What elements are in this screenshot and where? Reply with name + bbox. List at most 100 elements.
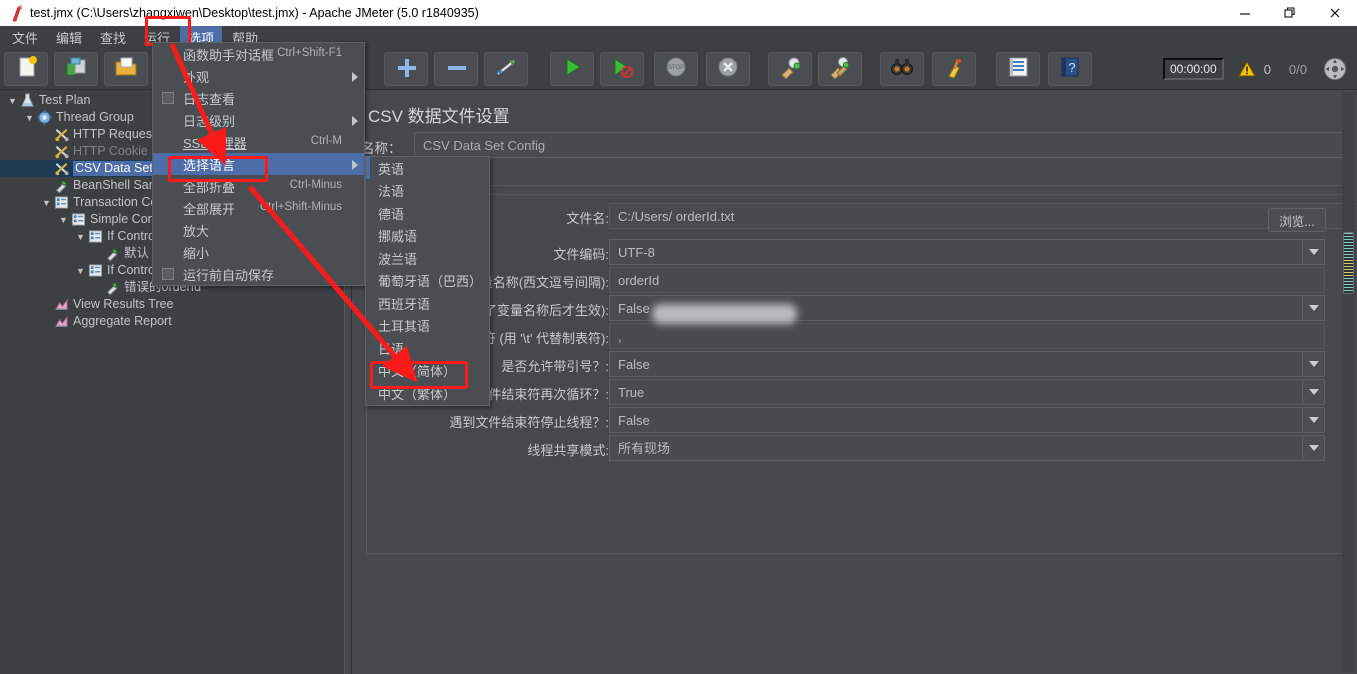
language-menu-item-3[interactable]: 挪威语 <box>366 225 489 248</box>
checkbox-icon[interactable] <box>162 268 174 280</box>
chevron-down-icon-5[interactable] <box>1302 352 1324 376</box>
chevron-down-icon-7[interactable] <box>1302 408 1324 432</box>
comment-input[interactable] <box>414 162 1349 186</box>
templates-icon <box>64 55 88 84</box>
controller-icon <box>87 229 104 245</box>
language-menu-item-5[interactable]: 葡萄牙语（巴西） <box>366 270 489 293</box>
new-document-icon <box>14 55 38 84</box>
help-button[interactable]: ? <box>1048 52 1092 86</box>
options-menu-popup[interactable]: 函数助手对话框 Ctrl+Shift-F1 外观 日志查看 日志级别 SSL管理器 Ctrl… <box>152 42 365 286</box>
options-menu-item-5[interactable]: 选择语言 <box>153 153 364 175</box>
options-menu-item-7[interactable]: 全部展开 Ctrl+Shift-Minus <box>153 197 364 219</box>
chevron-down-icon-6[interactable] <box>1302 380 1324 404</box>
field-row-7: 遇到文件结束符停止线程？: False <box>367 407 1350 435</box>
function-helper-button[interactable] <box>996 52 1040 86</box>
shutdown-button[interactable] <box>706 52 750 86</box>
checkbox-icon[interactable] <box>162 92 174 104</box>
expand-icon[interactable] <box>1323 57 1347 81</box>
tree-node-label: Thread Group <box>56 110 134 124</box>
stop-button[interactable]: STOP <box>654 52 698 86</box>
menubar-item-2[interactable]: 查找 <box>92 26 134 49</box>
tree-node-label: Test Plan <box>39 93 91 107</box>
clear-all-button[interactable] <box>818 52 862 86</box>
minimize-button[interactable] <box>1222 0 1267 26</box>
warning-triangle-icon[interactable] <box>1237 61 1256 77</box>
field-value-5[interactable]: False <box>609 351 1325 377</box>
field-value-8[interactable]: 所有现场 <box>609 435 1325 461</box>
options-menu-item-0[interactable]: 函数助手对话框 Ctrl+Shift-F1 <box>153 43 364 65</box>
language-menu-item-8[interactable]: 日语 <box>366 337 489 360</box>
options-menu-item-3[interactable]: 日志级别 <box>153 109 364 131</box>
search-button[interactable] <box>880 52 924 86</box>
options-menu-item-2[interactable]: 日志查看 <box>153 87 364 109</box>
options-menu-item-10[interactable]: 运行前自动保存 <box>153 263 364 285</box>
language-menu-item-7[interactable]: 土耳其语 <box>366 315 489 338</box>
field-value-1[interactable]: UTF-8 <box>609 239 1325 265</box>
chevron-down-icon-1[interactable] <box>1302 240 1324 264</box>
test-plan-icon <box>19 93 36 109</box>
tree-toggle-icon[interactable]: ▼ <box>74 266 87 276</box>
svg-text:?: ? <box>1068 60 1075 75</box>
tree-node-13[interactable]: Aggregate Report <box>0 313 344 330</box>
close-button[interactable] <box>1312 0 1357 26</box>
right-pane-scrollbar[interactable] <box>1342 92 1355 672</box>
tree-toggle-icon[interactable]: ▼ <box>57 215 70 225</box>
field-row-2: 变量名称(西文逗号间隔): orderId <box>367 267 1350 295</box>
tree-toggle-icon[interactable]: ▼ <box>6 96 19 106</box>
reset-search-button[interactable] <box>932 52 976 86</box>
start-button[interactable] <box>550 52 594 86</box>
window-controls <box>1222 0 1357 26</box>
language-submenu-popup[interactable]: 英语 法语 德语挪威语波兰语 葡萄牙语（巴西） 西班牙语 土耳其语 日语 中文（简体） 中文（繁… <box>365 156 490 406</box>
config-tools-icon <box>53 161 70 177</box>
options-menu-label-5: 选择语言 <box>183 157 236 173</box>
field-value-0[interactable]: C:/Users/ orderId.txt <box>609 203 1357 229</box>
language-menu-item-6[interactable]: 西班牙语 <box>366 292 489 315</box>
language-menu-item-2[interactable]: 德语 <box>366 202 489 225</box>
shutdown-icon <box>716 55 740 84</box>
field-value-6[interactable]: True <box>609 379 1325 405</box>
options-menu-item-4[interactable]: SSL管理器 Ctrl-M <box>153 131 364 153</box>
field-label-1: 文件编码: <box>553 247 609 262</box>
tree-toggle-icon[interactable]: ▼ <box>74 232 87 242</box>
options-menu-item-6[interactable]: 全部折叠 Ctrl-Minus <box>153 175 364 197</box>
menubar-item-0[interactable]: 文件 <box>4 26 46 49</box>
scrollbar-thumb[interactable] <box>1343 232 1354 294</box>
menubar-item-1[interactable]: 编辑 <box>48 26 90 49</box>
options-menu-item-8[interactable]: 放大 <box>153 219 364 241</box>
language-menu-item-9[interactable]: 中文（简体） <box>366 360 489 383</box>
thread-group-icon <box>36 110 53 126</box>
options-menu-item-9[interactable]: 缩小 <box>153 241 364 263</box>
start-no-pauses-button[interactable] <box>600 52 644 86</box>
chevron-down-icon-3[interactable] <box>1302 296 1324 320</box>
language-menu-item-1[interactable]: 法语 <box>366 180 489 203</box>
open-button[interactable] <box>104 52 148 86</box>
remove-button[interactable] <box>434 52 478 86</box>
field-value-4[interactable]: , <box>609 323 1325 349</box>
svg-text:STOP: STOP <box>668 65 684 71</box>
options-menu-item-1[interactable]: 外观 <box>153 65 364 87</box>
tree-node-12[interactable]: View Results Tree <box>0 296 344 313</box>
sampler-pipette-icon <box>53 178 70 194</box>
language-menu-label-3: 挪威语 <box>378 229 418 245</box>
field-value-2[interactable]: orderId <box>609 267 1325 293</box>
jmeter-window: test.jmx (C:\Users\zhangxiwen\Desktop\te… <box>0 0 1357 674</box>
name-input[interactable]: CSV Data Set Config <box>414 132 1349 158</box>
language-menu-item-0[interactable]: 英语 <box>366 157 489 180</box>
sampler-pipette-icon <box>104 280 121 296</box>
add-button[interactable] <box>384 52 428 86</box>
templates-button[interactable] <box>54 52 98 86</box>
language-menu-item-4[interactable]: 波兰语 <box>366 247 489 270</box>
tree-toggle-icon[interactable]: ▼ <box>23 113 36 123</box>
tree-toggle-icon[interactable]: ▼ <box>40 198 53 208</box>
browse-button[interactable]: 浏览... <box>1268 208 1326 232</box>
clear-button[interactable] <box>768 52 812 86</box>
sampler-pipette-icon <box>104 246 121 262</box>
field-label-0: 文件名: <box>566 211 609 226</box>
new-button[interactable] <box>4 52 48 86</box>
field-value-7[interactable]: False <box>609 407 1325 433</box>
chevron-down-icon-8[interactable] <box>1302 436 1324 460</box>
field-row-6: 遇到文件结束符再次循环？: True <box>367 379 1350 407</box>
language-menu-item-10[interactable]: 中文（繁体） <box>366 382 489 405</box>
toggle-button[interactable] <box>484 52 528 86</box>
maximize-button[interactable] <box>1267 0 1312 26</box>
